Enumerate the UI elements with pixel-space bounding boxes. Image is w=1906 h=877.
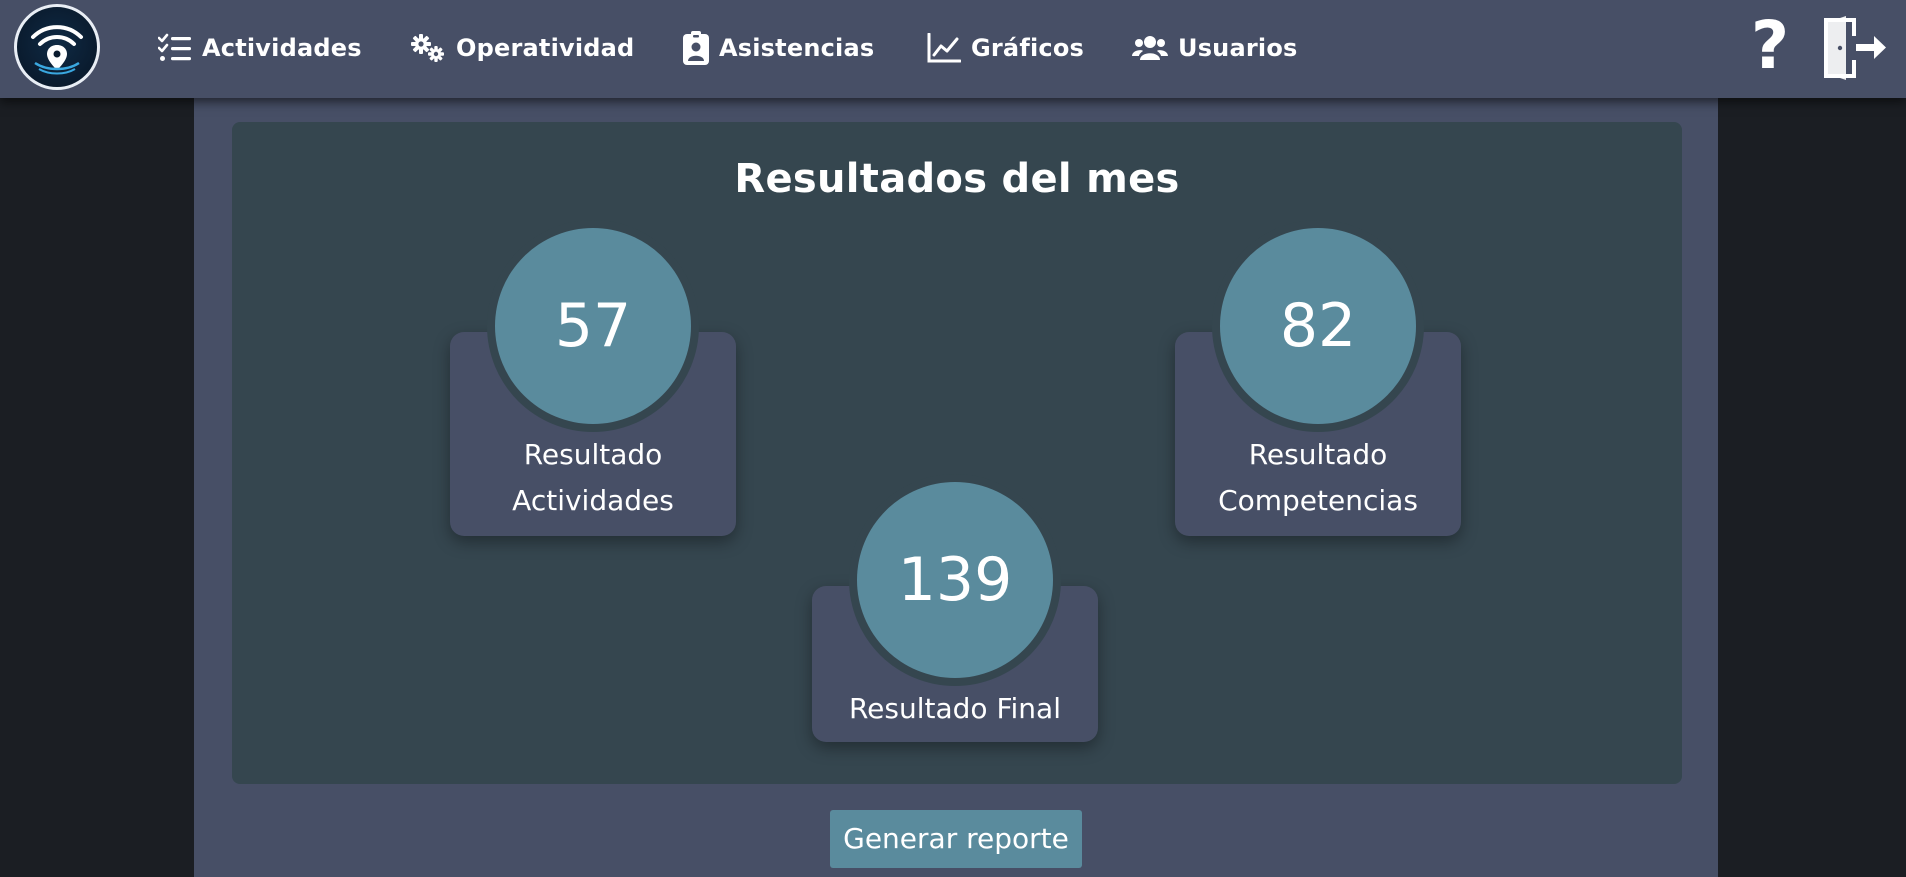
top-navbar: Actividades Operatividad Asistencias Grá…: [0, 0, 1906, 98]
nav-label-usuarios: Usuarios: [1178, 34, 1298, 62]
wifi-location-logo-icon: [31, 25, 83, 75]
help-icon[interactable]: ?: [1746, 13, 1794, 79]
card-label-line1: Resultado: [1248, 438, 1388, 471]
users-icon: [1132, 34, 1168, 62]
nav-label-graficos: Gráficos: [971, 34, 1084, 62]
score-circle-final: 139: [849, 474, 1061, 686]
nav-label-asistencias: Asistencias: [719, 34, 875, 62]
score-value-competencies: 82: [1220, 228, 1416, 424]
panel-title: Resultados del mes: [734, 156, 1180, 202]
app-logo[interactable]: [14, 4, 100, 90]
score-circle-competencies: 82: [1212, 220, 1424, 432]
nav-actividades[interactable]: Actividades: [158, 26, 362, 70]
generate-report-button[interactable]: Generar reporte: [830, 810, 1082, 868]
checklist-icon: [158, 33, 192, 63]
id-badge-icon: [683, 31, 709, 65]
card-label-line2: Actividades: [512, 484, 674, 517]
nav-graficos[interactable]: Gráficos: [927, 26, 1084, 70]
main-content: Resultados del mes Resultado Actividades…: [194, 98, 1718, 877]
card-label-line1: Resultado: [523, 438, 663, 471]
nav-label-actividades: Actividades: [202, 34, 362, 62]
nav-usuarios[interactable]: Usuarios: [1132, 26, 1298, 70]
line-chart-icon: [927, 33, 961, 63]
score-value-activities: 57: [495, 228, 691, 424]
score-circle-activities: 57: [487, 220, 699, 432]
nav-operatividad[interactable]: Operatividad: [410, 26, 634, 70]
card-label-line2: Competencias: [1218, 484, 1418, 517]
logout-icon[interactable]: [1822, 14, 1888, 82]
score-value-final: 139: [857, 482, 1053, 678]
gears-icon: [410, 33, 446, 63]
results-panel: Resultados del mes Resultado Actividades…: [232, 122, 1682, 784]
card-label-final: Resultado Final: [848, 692, 1061, 725]
nav-asistencias[interactable]: Asistencias: [683, 26, 874, 70]
nav-label-operatividad: Operatividad: [456, 34, 635, 62]
